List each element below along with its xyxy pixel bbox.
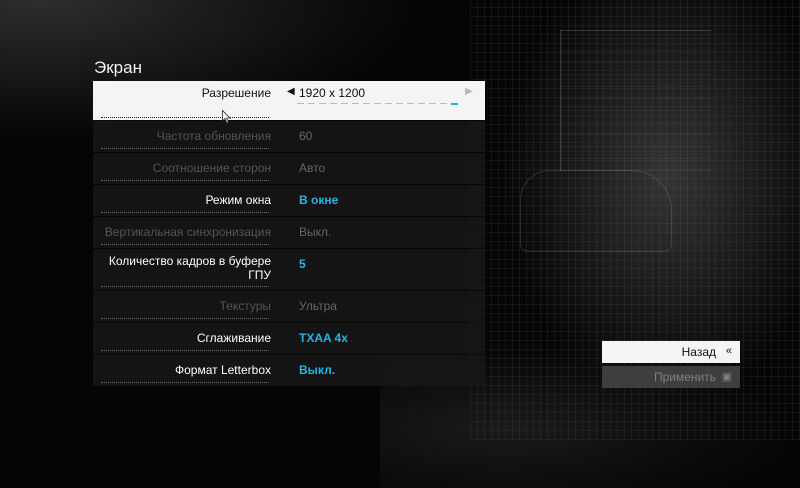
slider-tick [341, 103, 348, 104]
slider-tick [330, 103, 337, 104]
slider-tick [440, 103, 447, 104]
setting-value: Ультра [299, 299, 337, 313]
setting-row: Вертикальная синхронизация Выкл. [93, 217, 485, 248]
slider-tick [363, 103, 370, 104]
slider-tick [308, 103, 315, 104]
slider-tick [374, 103, 381, 104]
slider-tick [352, 103, 359, 104]
setting-row[interactable]: Режим окна В окне [93, 185, 485, 216]
setting-row[interactable]: Разрешение ◀ ▶ 1920 x 1200 [93, 81, 485, 120]
double-chevron-left-icon: « [725, 345, 732, 357]
setting-label: Частота обновления [156, 129, 271, 143]
slider-tick [297, 103, 304, 104]
setting-row[interactable]: Формат Letterbox Выкл. [93, 355, 485, 386]
setting-row: Частота обновления 60 [93, 121, 485, 152]
slider-tick [418, 103, 425, 104]
dotted-divider [101, 382, 269, 383]
arrow-right-icon[interactable]: ▶ [465, 86, 473, 97]
setting-value[interactable]: 5 [299, 257, 306, 271]
slider-tick [385, 103, 392, 104]
setting-label: Сглаживание [196, 331, 271, 345]
setting-label: Разрешение [201, 86, 271, 100]
setting-row: Текстуры Ультра [93, 291, 485, 322]
dotted-divider [101, 212, 269, 213]
setting-value: Выкл. [299, 225, 332, 239]
setting-value[interactable]: TXAA 4x [299, 331, 348, 345]
setting-row: Соотношение сторон Авто [93, 153, 485, 184]
setting-label: Формат Letterbox [175, 363, 271, 377]
apply-box-icon: ▣ [721, 371, 732, 383]
slider-tick [396, 103, 403, 104]
setting-label: Текстуры [219, 299, 271, 313]
setting-value[interactable]: В окне [299, 193, 338, 207]
back-button-label: Назад [681, 345, 716, 359]
slider-tick [319, 103, 326, 104]
setting-label: Вертикальная синхронизация [104, 225, 271, 239]
dotted-divider [101, 244, 269, 245]
setting-value: 60 [299, 129, 313, 143]
setting-value: Авто [299, 161, 326, 175]
option-slider[interactable] [297, 103, 462, 106]
dotted-divider [101, 350, 269, 351]
mouse-cursor-icon [222, 110, 231, 124]
setting-label: Количество кадров в буфере ГПУ [108, 254, 271, 282]
slider-tick [407, 103, 414, 104]
apply-button-label: Применить [653, 370, 716, 384]
settings-list: Разрешение ◀ ▶ 1920 x 1200 Частота обновлени… [93, 81, 485, 387]
setting-row[interactable]: Количество кадров в буфере ГПУ 5 [93, 249, 485, 290]
dotted-divider [101, 286, 269, 287]
arrow-left-icon[interactable]: ◀ [287, 86, 295, 97]
background-car [520, 170, 672, 252]
back-button[interactable]: Назад « [602, 341, 740, 363]
setting-row[interactable]: Сглаживание TXAA 4x [93, 323, 485, 354]
dotted-divider [101, 148, 269, 149]
apply-button[interactable]: Применить ▣ [602, 366, 740, 388]
setting-value[interactable]: Выкл. [299, 363, 335, 377]
slider-tick [429, 103, 436, 104]
background-building [560, 30, 711, 171]
dotted-divider [101, 180, 269, 181]
slider-tick [451, 103, 458, 105]
dotted-divider [101, 318, 269, 319]
setting-label: Режим окна [205, 193, 271, 207]
setting-label: Соотношение сторон [152, 161, 271, 175]
dotted-divider [101, 117, 269, 118]
setting-value[interactable]: 1920 x 1200 [299, 86, 365, 100]
page-title: Экран [94, 58, 142, 77]
